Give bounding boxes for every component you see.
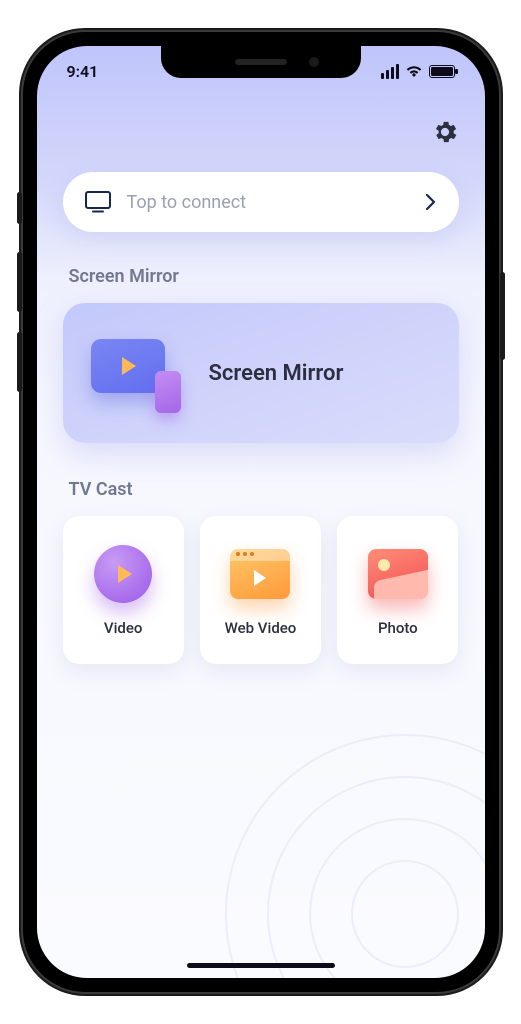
cast-webvideo-card[interactable]: Web Video — [200, 516, 321, 664]
volume-down-button — [17, 332, 22, 392]
volume-up-button — [17, 252, 22, 312]
status-time: 9:41 — [67, 62, 99, 81]
photo-icon — [367, 543, 429, 605]
cast-web-label: Web Video — [225, 619, 297, 637]
power-button — [500, 272, 505, 360]
web-video-icon — [229, 543, 291, 605]
battery-icon — [429, 65, 455, 78]
connect-button[interactable]: Top to connect — [63, 172, 459, 232]
connect-label: Top to connect — [127, 192, 409, 213]
video-icon — [92, 543, 154, 605]
section-title-tvcast: TV Cast — [69, 479, 453, 500]
notch — [161, 46, 361, 78]
screen-mirror-label: Screen Mirror — [209, 361, 344, 386]
cast-video-label: Video — [104, 619, 143, 637]
screen-mirror-card[interactable]: Screen Mirror — [63, 303, 459, 443]
cast-photo-card[interactable]: Photo — [337, 516, 458, 664]
side-button — [17, 192, 22, 224]
chevron-right-icon — [425, 193, 437, 211]
cellular-icon — [381, 64, 399, 79]
cast-photo-label: Photo — [378, 619, 418, 637]
cast-video-card[interactable]: Video — [63, 516, 184, 664]
screen-mirror-icon — [91, 333, 181, 413]
wifi-icon — [405, 64, 423, 78]
home-indicator[interactable] — [187, 963, 335, 968]
section-title-mirror: Screen Mirror — [69, 266, 453, 287]
phone-frame: 9:41 Top to connect — [23, 32, 499, 992]
gear-icon[interactable] — [431, 118, 459, 146]
screen: 9:41 Top to connect — [37, 46, 485, 978]
tv-icon — [85, 191, 111, 213]
